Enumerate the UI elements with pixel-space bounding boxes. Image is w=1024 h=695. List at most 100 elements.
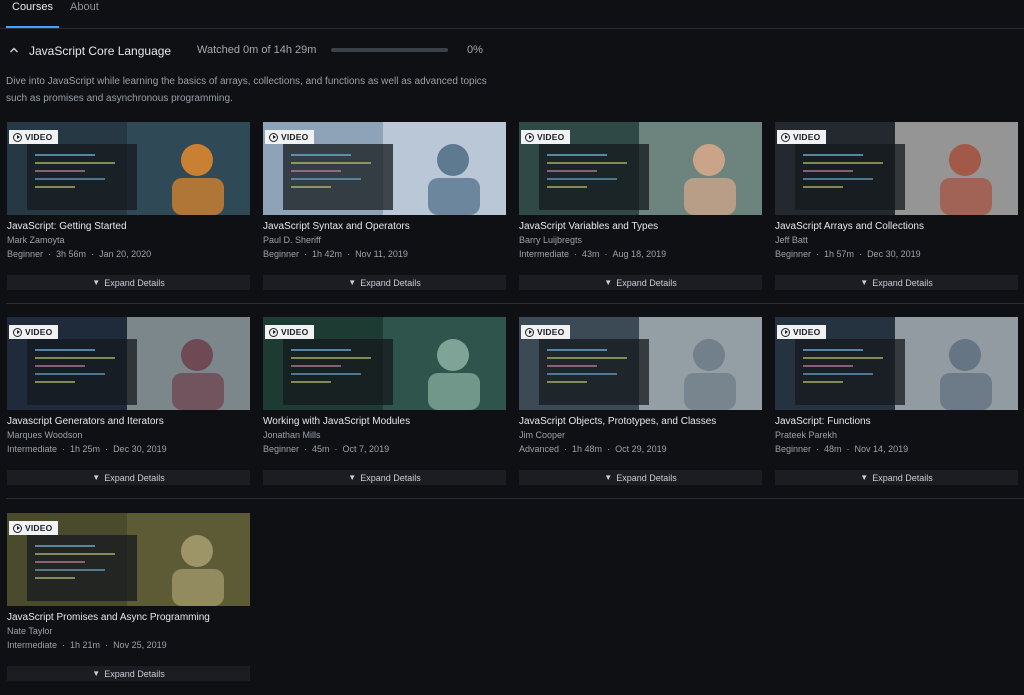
expand-details-button[interactable]: ▼ Expand Details [519,470,762,485]
chevron-down-icon: ▼ [92,473,101,482]
chevron-down-icon: ▼ [604,473,613,482]
chevron-down-icon: ▼ [860,473,869,482]
course-thumbnail[interactable]: VIDEO [519,122,762,215]
expand-details-button[interactable]: ▼ Expand Details [263,470,506,485]
course-date: Dec 30, 2019 [867,249,921,259]
course-title[interactable]: JavaScript: Functions [775,416,871,427]
course-date: Dec 30, 2019 [113,444,167,454]
course-date: Aug 18, 2019 [612,249,667,259]
play-icon [781,132,790,142]
badge-label: VIDEO [793,327,821,337]
course-card[interactable]: VIDEO JavaScript Syntax and Operators Paul… [263,122,506,290]
course-author[interactable]: Mark Zamoyta [7,235,65,245]
meta-separator: · [62,444,66,454]
course-card[interactable]: VIDEO JavaScript Variables and Types Barry… [519,122,762,290]
expand-details-label: Expand Details [360,277,421,288]
expand-details-label: Expand Details [872,277,933,288]
badge-label: VIDEO [25,132,53,142]
course-date: Nov 11, 2019 [355,249,408,259]
video-badge: VIDEO [521,130,571,144]
course-level: Beginner [775,249,812,259]
meta-separator: · [604,249,608,259]
chevron-down-icon: ▼ [348,473,357,482]
chevron-down-icon: ▼ [92,278,101,287]
chevron-up-icon[interactable] [9,46,19,54]
chevron-down-icon: ▼ [604,278,613,287]
course-author[interactable]: Barry Luijbregts [519,235,582,245]
chevron-down-icon: ▼ [860,278,869,287]
course-duration: 1h 57m [824,249,855,259]
course-title[interactable]: JavaScript: Getting Started [7,221,127,232]
play-icon [781,327,790,337]
chevron-down-icon: ▼ [348,278,357,287]
course-meta: Beginner · 3h 56m · Jan 20, 2020 [7,249,151,259]
badge-label: VIDEO [281,327,309,337]
video-badge: VIDEO [9,521,59,535]
course-author[interactable]: Nate Taylor [7,626,52,636]
course-thumbnail[interactable]: VIDEO [775,122,1018,215]
course-author[interactable]: Jeff Batt [775,235,808,245]
course-meta: Intermediate · 1h 21m · Nov 25, 2019 [7,640,167,650]
expand-details-button[interactable]: ▼ Expand Details [519,275,762,290]
course-meta: Beginner · 45m · Oct 7, 2019 [263,444,389,454]
meta-separator: · [347,249,351,259]
tab-about[interactable]: About [70,0,99,28]
course-thumbnail[interactable]: VIDEO [7,317,250,410]
expand-details-button[interactable]: ▼ Expand Details [263,275,506,290]
chevron-down-icon: ▼ [92,669,101,678]
course-thumbnail[interactable]: VIDEO [263,317,506,410]
expand-details-label: Expand Details [872,472,933,483]
description-line: such as promises and asynchronous progra… [6,92,233,104]
course-duration: 1h 42m [312,249,343,259]
course-author[interactable]: Prateek Parekh [775,430,837,440]
expand-details-label: Expand Details [616,472,677,483]
expand-details-label: Expand Details [104,668,165,679]
course-thumbnail[interactable]: VIDEO [7,122,250,215]
course-thumbnail[interactable]: VIDEO [263,122,506,215]
course-title[interactable]: Javascript Generators and Iterators [7,416,164,427]
course-meta: Beginner · 1h 57m · Dec 30, 2019 [775,249,921,259]
course-card[interactable]: VIDEO JavaScript: Functions Prateek Parekh… [775,317,1018,485]
badge-label: VIDEO [537,132,565,142]
course-title[interactable]: JavaScript Arrays and Collections [775,221,924,232]
meta-separator: · [564,444,568,454]
course-author[interactable]: Jim Cooper [519,430,565,440]
course-author[interactable]: Jonathan Mills [263,430,321,440]
expand-details-button[interactable]: ▼ Expand Details [7,275,250,290]
expand-details-button[interactable]: ▼ Expand Details [775,470,1018,485]
course-thumbnail[interactable]: VIDEO [775,317,1018,410]
course-title[interactable]: JavaScript Objects, Prototypes, and Clas… [519,416,716,427]
expand-details-button[interactable]: ▼ Expand Details [7,666,250,681]
course-title[interactable]: JavaScript Syntax and Operators [263,221,410,232]
badge-label: VIDEO [537,327,565,337]
expand-details-button[interactable]: ▼ Expand Details [7,470,250,485]
course-date: Oct 7, 2019 [342,444,390,454]
course-title[interactable]: JavaScript Promises and Async Programmin… [7,612,210,623]
expand-details-button[interactable]: ▼ Expand Details [775,275,1018,290]
play-icon [269,132,278,142]
expand-details-label: Expand Details [104,277,165,288]
course-thumbnail[interactable]: VIDEO [519,317,762,410]
course-card[interactable]: VIDEO Javascript Generators and Iterators… [7,317,250,485]
course-title[interactable]: Working with JavaScript Modules [263,416,410,427]
course-level: Beginner [7,249,44,259]
course-card[interactable]: VIDEO JavaScript Objects, Prototypes, and… [519,317,762,485]
course-level: Intermediate [7,444,58,454]
course-author[interactable]: Paul D. Sheriff [263,235,321,245]
course-duration: 1h 25m [70,444,101,454]
course-card[interactable]: VIDEO JavaScript Promises and Async Progr… [7,513,250,681]
path-header[interactable]: JavaScript Core Language Watched 0m of 1… [0,37,1024,63]
course-meta: Intermediate · 43m · Aug 18, 2019 [519,249,666,259]
course-title[interactable]: JavaScript Variables and Types [519,221,658,232]
course-author[interactable]: Marques Woodson [7,430,82,440]
video-badge: VIDEO [777,325,827,339]
course-card[interactable]: VIDEO Working with JavaScript Modules Jona… [263,317,506,485]
course-thumbnail[interactable]: VIDEO [7,513,250,606]
tab-bar: Courses About [0,0,1024,29]
course-card[interactable]: VIDEO JavaScript Arrays and Collections Je… [775,122,1018,290]
video-badge: VIDEO [777,130,827,144]
course-card[interactable]: VIDEO JavaScript: Getting Started Mark Zam… [7,122,250,290]
video-badge: VIDEO [521,325,571,339]
tab-courses[interactable]: Courses [6,0,59,28]
course-duration: 1h 21m [70,640,101,650]
